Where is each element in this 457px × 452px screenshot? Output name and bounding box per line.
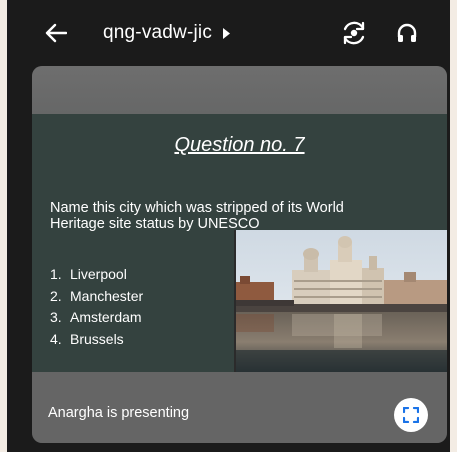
arrow-left-icon — [45, 23, 67, 43]
answer-option: 1. Liverpool — [50, 266, 127, 282]
fullscreen-icon — [403, 407, 419, 423]
answer-options: 1. Liverpool 2. Manchester 3. Amsterdam 4. B… — [50, 264, 143, 350]
shared-slide: Question no. 7 Name this city which was … — [32, 114, 447, 372]
meeting-code-button[interactable]: qng-vadw-jic — [103, 20, 231, 46]
switch-camera-button[interactable] — [338, 17, 370, 49]
switch-camera-icon — [343, 21, 365, 45]
meet-screen: qng-vadw-jic Question no. 7 Name this ci… — [7, 0, 450, 452]
meeting-code: qng-vadw-jic — [103, 22, 213, 43]
answer-option: 4. Brussels — [50, 330, 124, 347]
slide-question: Name this city which was stripped of its… — [50, 200, 344, 232]
presenting-status: Anargha is presenting — [48, 405, 190, 421]
presentation-stage[interactable]: Question no. 7 Name this city which was … — [32, 66, 447, 443]
top-app-bar: qng-vadw-jic — [7, 0, 450, 62]
answer-option: 3. Amsterdam — [50, 309, 142, 325]
stage-top-area — [32, 66, 447, 114]
slide-title: Question no. 7 — [174, 134, 305, 156]
headphones-icon — [397, 23, 417, 42]
answer-option: 2. Manchester — [50, 287, 144, 304]
presenter-bar: Anargha is presenting — [32, 372, 447, 443]
waterfront-photo — [234, 230, 447, 372]
caret-right-icon — [222, 27, 231, 39]
audio-output-button[interactable] — [391, 17, 423, 49]
fullscreen-button[interactable] — [394, 398, 428, 432]
back-button[interactable] — [41, 18, 71, 48]
